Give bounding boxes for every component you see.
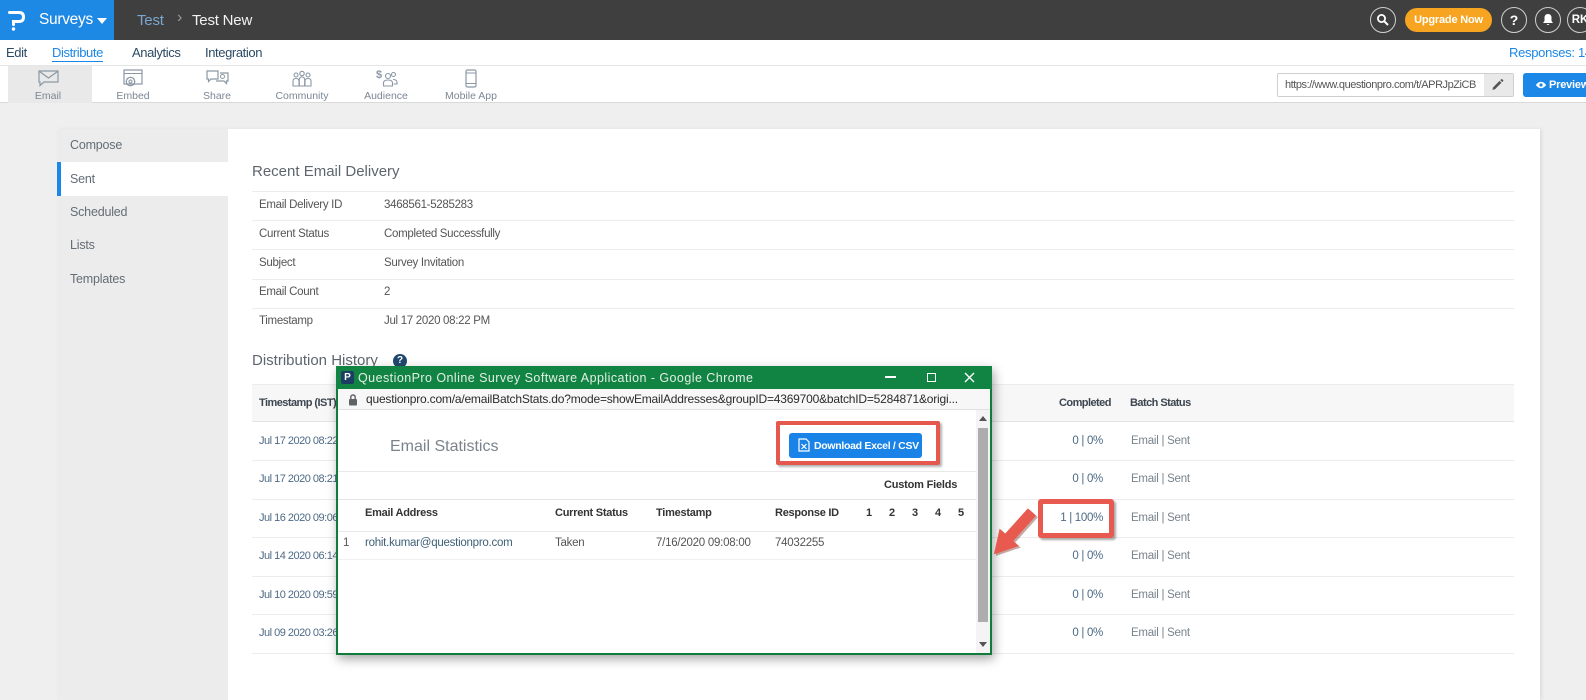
svg-text:$: $: [376, 69, 382, 81]
